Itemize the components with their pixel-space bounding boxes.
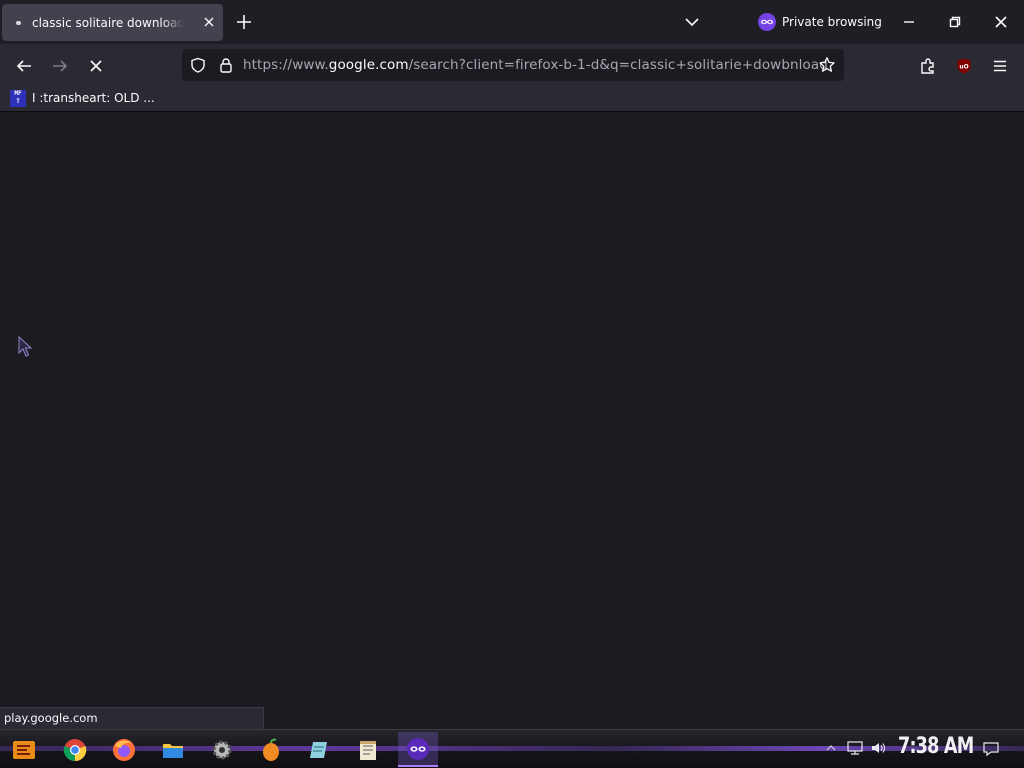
taskbar-notepad[interactable] [348,732,388,767]
network-icon[interactable] [846,740,864,756]
bookmarks-toolbar: MF T I :transheart: OLD ... [0,85,1024,112]
chrome-icon [63,738,87,761]
tab-title: classic solitaire download - Google Sear… [32,15,184,30]
private-label: Private browsing [782,15,882,29]
bookmark-item[interactable]: MF T I :transheart: OLD ... [10,88,155,108]
navigation-toolbar: https://www.google.com/search?client=fir… [0,44,1024,85]
close-window-button[interactable] [978,0,1024,44]
taskbar-firefox[interactable] [104,732,144,767]
lock-icon[interactable] [218,57,234,73]
close-icon [995,16,1007,28]
bookmark-star-icon[interactable] [818,56,836,74]
ublock-button[interactable]: uO [950,52,978,80]
puzzle-icon [921,58,934,74]
notes-icon [310,741,327,758]
status-bar-link: play.google.com [0,707,264,729]
close-tab-icon[interactable] [201,14,217,30]
restore-button[interactable] [932,0,978,44]
taskbar-fl-studio[interactable] [251,732,291,767]
notepad-icon [360,740,376,760]
bookmark-favicon: MF T [10,89,26,107]
private-browsing-indicator: Private browsing [758,8,882,36]
arrow-left-icon [16,60,31,72]
url-text[interactable]: https://www.google.com/search?client=fir… [243,57,828,73]
mouse-cursor-icon [18,336,33,357]
volume-icon[interactable] [870,740,888,756]
taskbar: 7:38 AM [0,729,1024,768]
hamburger-menu-icon [994,60,1006,72]
tab-strip: classic solitaire download - Google Sear… [0,0,1024,44]
url-bar[interactable]: https://www.google.com/search?client=fir… [182,49,844,81]
back-button[interactable] [10,52,38,80]
notifications-icon[interactable] [982,740,1000,758]
tab-search[interactable]: classic solitaire download - Google Sear… [2,4,223,41]
loading-icon [10,15,26,31]
firefox-icon [113,738,135,761]
minimize-button[interactable] [886,0,932,44]
minimize-icon [904,21,914,23]
private-browsing-icon [407,737,429,760]
new-tab-icon[interactable] [234,12,254,32]
arrow-right-icon [53,60,68,72]
extensions-button[interactable] [914,52,942,80]
fruit-icon [263,738,279,761]
taskbar-clock[interactable]: 7:38 AM [898,734,974,759]
taskbar-file-explorer[interactable] [153,732,193,767]
private-mask-icon [758,13,776,31]
chevron-up-icon[interactable] [826,743,836,753]
gear-icon [212,740,232,759]
taskbar-notes[interactable] [299,732,339,767]
svg-text:uO: uO [959,64,968,71]
taskbar-chrome[interactable] [55,732,95,767]
forward-button[interactable] [46,52,74,80]
page-content[interactable]: play.google.com [0,113,1024,729]
app-menu-button[interactable] [986,52,1014,80]
tracking-shield-icon[interactable] [190,57,206,73]
start-icon [13,740,35,759]
ublock-origin-icon: uO [957,58,971,74]
restore-icon [949,16,961,28]
folder-icon [163,743,183,758]
taskbar-firefox-private[interactable] [398,732,438,767]
system-tray [826,736,888,760]
taskbar-settings[interactable] [202,732,242,767]
bookmark-label: I :transheart: OLD ... [32,91,155,105]
start-button[interactable] [4,732,44,767]
stop-icon [90,60,102,72]
chevron-down-icon[interactable] [682,12,702,32]
stop-loading-button[interactable] [82,52,110,80]
